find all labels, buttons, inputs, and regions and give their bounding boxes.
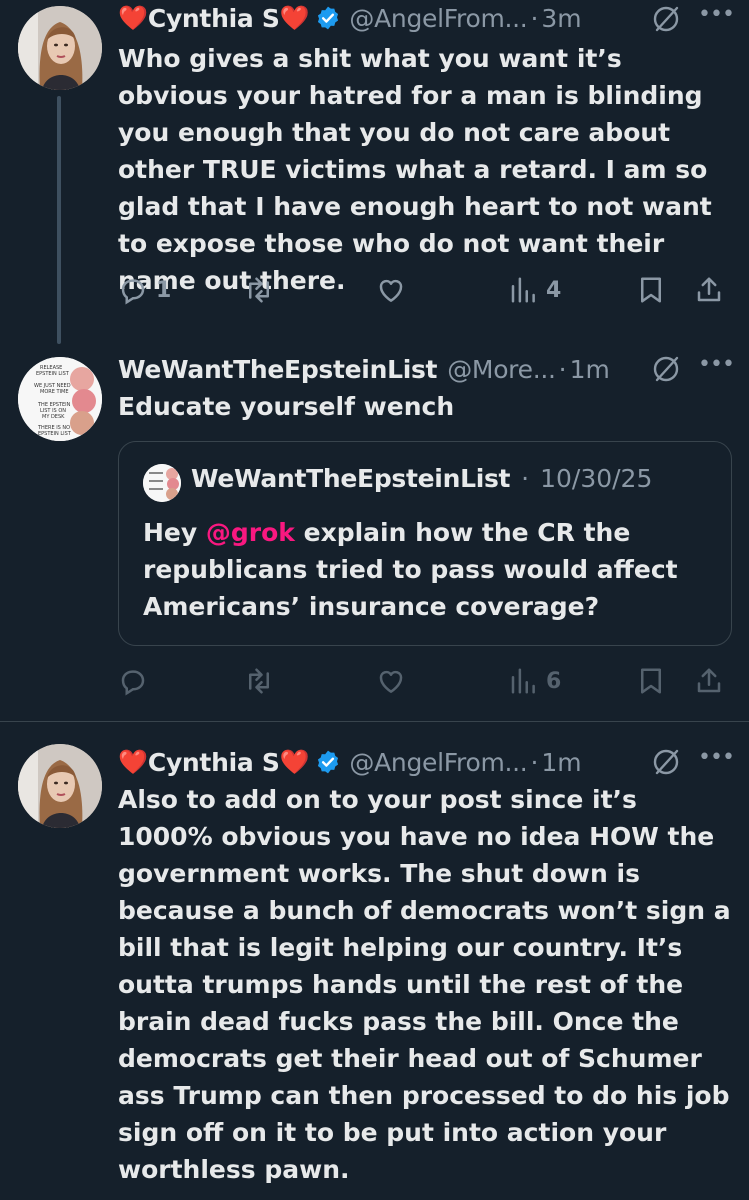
mention-link[interactable]: @grok xyxy=(206,518,295,547)
more-icon[interactable]: ••• xyxy=(698,746,735,778)
grok-icon[interactable] xyxy=(650,746,682,778)
like-icon xyxy=(379,279,403,302)
display-name[interactable]: WeWantTheEpsteinList xyxy=(118,355,438,384)
views-button[interactable]: 4 xyxy=(508,270,561,310)
reply-count: 1 xyxy=(156,277,172,303)
quoted-text-start: Hey xyxy=(143,518,206,547)
quoted-display-name: WeWantTheEpsteinList xyxy=(191,464,511,493)
tweet-text: Educate yourself wench xyxy=(118,392,455,421)
quoted-text: Hey @grok explain how the CR the republi… xyxy=(143,514,713,625)
avatar-caption: MY DESK xyxy=(42,414,65,420)
heart-emoji-icon: ❤️ xyxy=(118,748,148,776)
bookmark-button[interactable] xyxy=(636,270,666,310)
bookmark-icon xyxy=(641,668,661,694)
quoted-header: WeWantTheEpsteinList · 10/30/25 xyxy=(191,464,652,493)
like-button[interactable] xyxy=(376,270,414,310)
action-bar: 6 xyxy=(118,661,738,701)
repost-button[interactable] xyxy=(244,661,282,701)
views-button[interactable]: 6 xyxy=(508,661,561,701)
heart-emoji-icon: ❤️ xyxy=(118,4,148,32)
views-count: 6 xyxy=(546,668,562,694)
more-icon[interactable]: ••• xyxy=(698,3,735,35)
views-icon xyxy=(511,277,535,303)
quoted-date: 10/30/25 xyxy=(540,464,653,493)
like-icon xyxy=(379,670,403,693)
verified-icon xyxy=(318,6,339,30)
separator-dot: · xyxy=(530,747,539,777)
timestamp[interactable]: 1m xyxy=(570,355,610,384)
share-icon xyxy=(697,668,721,693)
separator-dot: · xyxy=(521,464,530,493)
repost-icon xyxy=(249,277,269,303)
reply-tweet-1[interactable]: ❤️ Cynthia S ❤️ @AngelFrom... · 3m ••• W… xyxy=(0,0,749,345)
handle[interactable]: @More... xyxy=(447,355,556,384)
quoted-avatar xyxy=(143,464,181,502)
quoted-tweet[interactable]: WeWantTheEpsteinList · 10/30/25 Hey @gro… xyxy=(118,441,732,646)
reply-button[interactable]: 1 xyxy=(118,270,171,310)
avatar-caption: EPSTEIN LIST xyxy=(36,371,70,377)
share-button[interactable] xyxy=(694,270,724,310)
grok-icon[interactable] xyxy=(650,3,682,35)
handle[interactable]: @AngelFrom... xyxy=(349,4,527,33)
display-name[interactable]: Cynthia S xyxy=(148,4,280,33)
heart-emoji-icon: ❤️ xyxy=(279,4,310,32)
tweet-text: Also to add on to your post since it’s 1… xyxy=(118,785,731,1184)
handle[interactable]: @AngelFrom... xyxy=(349,748,527,777)
grok-icon[interactable] xyxy=(650,353,682,385)
reply-tweet-2[interactable]: RELEASE EPSTEIN LIST WE JUST NEED MORE T… xyxy=(0,345,749,722)
action-bar: 1 4 xyxy=(118,270,738,310)
reply-icon xyxy=(121,670,145,696)
repost-icon xyxy=(249,668,269,694)
avatar[interactable]: RELEASE EPSTEIN LIST WE JUST NEED MORE T… xyxy=(18,357,102,441)
avatar-caption: MORE TIME xyxy=(40,389,68,395)
tweet-text: Who gives a shit what you want it’s obvi… xyxy=(118,44,712,295)
tweet-header: ❤️ Cynthia S ❤️ @AngelFrom... · 1m xyxy=(118,744,582,780)
share-icon xyxy=(697,277,721,302)
tweet-header: ❤️ Cynthia S ❤️ @AngelFrom... · 3m xyxy=(118,0,582,36)
thread-connector-line xyxy=(57,96,61,344)
repost-button[interactable] xyxy=(244,270,282,310)
display-name[interactable]: Cynthia S xyxy=(148,748,280,777)
views-count: 4 xyxy=(546,277,562,303)
reply-tweet-3[interactable]: ❤️ Cynthia S ❤️ @AngelFrom... · 1m ••• A… xyxy=(0,722,749,1200)
bookmark-icon xyxy=(641,277,661,303)
share-button[interactable] xyxy=(694,661,724,701)
avatar[interactable] xyxy=(18,744,102,828)
reply-button[interactable] xyxy=(118,661,156,701)
timestamp[interactable]: 3m xyxy=(541,4,581,33)
avatar[interactable] xyxy=(18,6,102,90)
heart-emoji-icon: ❤️ xyxy=(279,748,310,776)
like-button[interactable] xyxy=(376,661,414,701)
avatar-caption: EPSTEIN LIST xyxy=(38,431,72,437)
tweet-header: WeWantTheEpsteinList @More... · 1m xyxy=(118,351,610,387)
conversation-thread: ❤️ Cynthia S ❤️ @AngelFrom... · 3m ••• W… xyxy=(0,0,749,1200)
verified-icon xyxy=(318,750,339,774)
views-icon xyxy=(511,668,535,694)
bookmark-button[interactable] xyxy=(636,661,666,701)
reply-icon xyxy=(121,279,145,305)
timestamp[interactable]: 1m xyxy=(541,748,581,777)
more-icon[interactable]: ••• xyxy=(698,353,735,385)
separator-dot: · xyxy=(558,354,567,384)
separator-dot: · xyxy=(530,3,539,33)
